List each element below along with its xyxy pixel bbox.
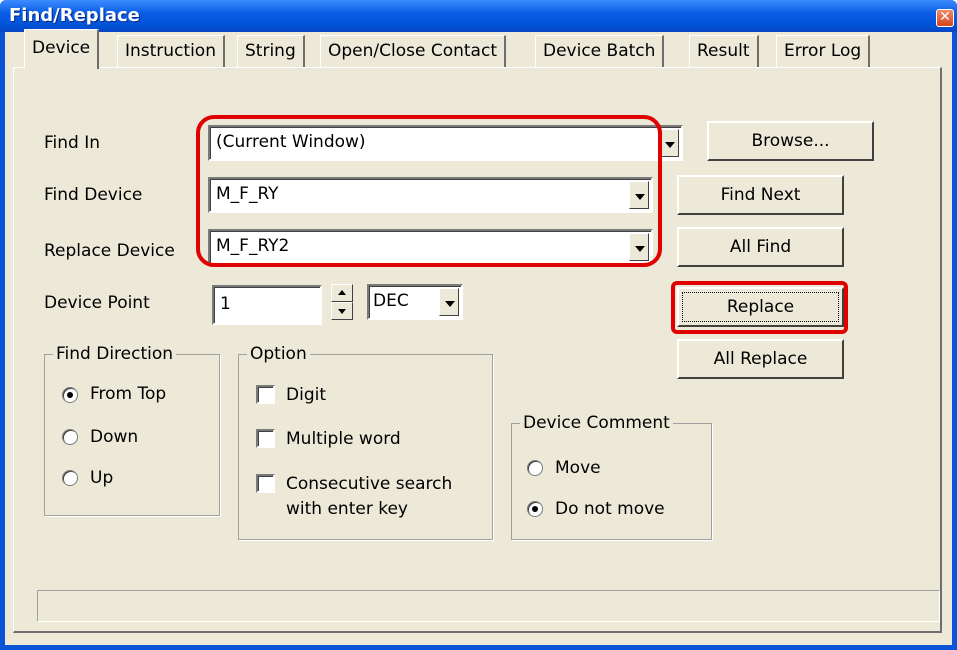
consecutive-search-checkbox[interactable] [256,474,275,493]
find-device-label: Find Device [44,185,143,205]
up-label: Up [90,468,114,488]
device-point-value: 1 [220,294,231,314]
device-comment-group: Device Comment [511,413,712,540]
find-next-button[interactable]: Find Next [677,175,844,215]
radix-value: DEC [373,291,409,311]
close-icon[interactable]: ✕ [936,9,954,27]
tab-device-batch[interactable]: Device Batch [535,35,665,67]
device-comment-title: Device Comment [520,413,673,433]
multiple-word-checkbox[interactable] [256,429,275,448]
find-replace-window: Find/Replace ✕ Device Instruction String… [0,0,957,650]
tab-error-log[interactable]: Error Log [776,35,871,67]
radio-down[interactable] [62,429,78,445]
move-label: Move [555,458,601,478]
radio-up[interactable] [62,470,78,486]
window-title: Find/Replace [9,5,140,26]
chevron-down-icon[interactable] [439,288,459,316]
tab-device[interactable]: Device [24,29,100,69]
spin-down-icon[interactable] [331,302,353,320]
option-title: Option [247,344,310,364]
radio-do-not-move[interactable] [527,501,543,517]
status-bar [37,590,940,622]
tab-string[interactable]: String [237,35,305,67]
do-not-move-label: Do not move [555,499,665,519]
multiple-word-label: Multiple word [286,429,401,449]
digit-label: Digit [286,385,326,405]
highlight-replace-annotation [671,281,848,334]
consecutive-search-label-2: with enter key [286,499,408,519]
digit-checkbox[interactable] [256,385,275,404]
consecutive-search-label: Consecutive search [286,474,453,494]
down-label: Down [90,427,139,447]
browse-button[interactable]: Browse... [707,121,874,161]
device-point-label: Device Point [44,293,150,313]
find-in-label: Find In [44,133,101,153]
device-point-input[interactable]: 1 [212,285,322,325]
spin-up-icon[interactable] [331,284,353,302]
radix-combo[interactable]: DEC [367,284,463,320]
all-replace-button[interactable]: All Replace [677,339,844,379]
highlight-fields-annotation [196,115,662,267]
find-direction-title: Find Direction [53,344,177,364]
radio-from-top[interactable] [62,387,78,403]
chevron-down-icon[interactable] [659,129,679,157]
radio-move[interactable] [527,460,543,476]
title-bar[interactable]: Find/Replace ✕ [0,0,957,32]
tab-instruction[interactable]: Instruction [117,35,225,67]
from-top-label: From Top [90,384,167,404]
device-point-spinner[interactable] [331,284,353,320]
tab-open-close-contact[interactable]: Open/Close Contact [320,35,506,67]
tab-result[interactable]: Result [689,35,759,67]
replace-device-label: Replace Device [44,241,175,261]
all-find-button[interactable]: All Find [677,227,844,267]
